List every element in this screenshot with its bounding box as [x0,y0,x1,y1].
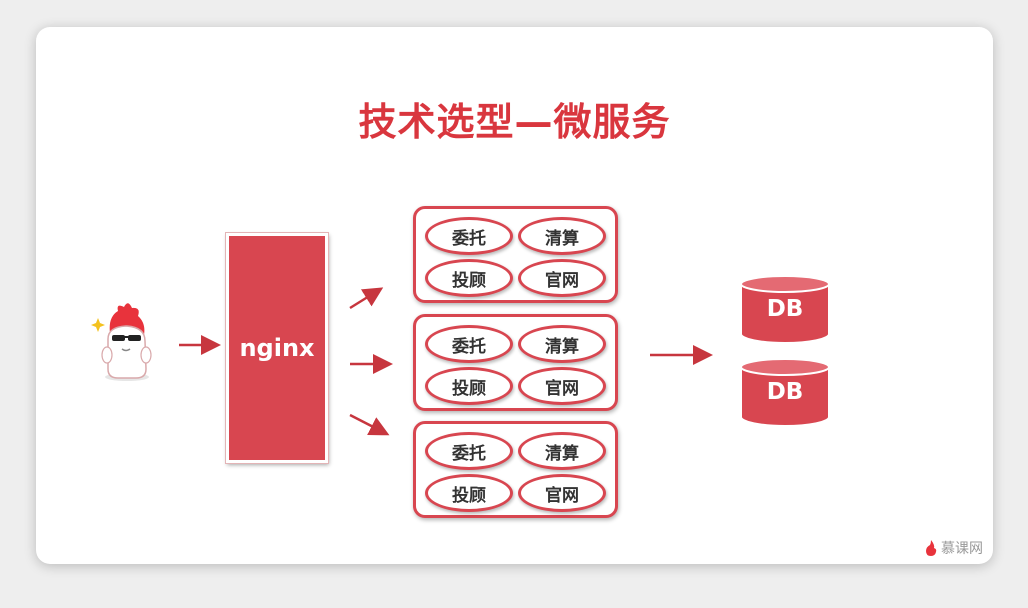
service-group-2: 委托 清算 投顾 官网 [413,314,618,411]
arrow-nginx-to-group-1 [349,287,384,310]
service-guanwang: 官网 [518,367,606,405]
service-weituo: 委托 [425,432,513,470]
service-tougu: 投顾 [425,474,513,512]
service-qingsuan: 清算 [518,217,606,255]
service-qingsuan: 清算 [518,432,606,470]
service-qingsuan: 清算 [518,325,606,363]
database-label: DB [766,379,804,405]
service-tougu: 投顾 [425,367,513,405]
watermark-logo: 慕课网 [924,538,983,558]
arrow-nginx-to-group-3 [349,413,390,436]
service-tougu: 投顾 [425,259,513,297]
nginx-label: nginx [239,334,315,362]
service-group-1: 委托 清算 投顾 官网 [413,206,618,303]
database-1: DB [739,274,831,346]
service-weituo: 委托 [425,325,513,363]
service-guanwang: 官网 [518,259,606,297]
database-label: DB [766,296,804,322]
flame-icon [926,540,937,556]
service-group-3: 委托 清算 投顾 官网 [413,421,618,518]
service-weituo: 委托 [425,217,513,255]
watermark-text: 慕课网 [941,541,983,557]
slide: 技术选型—微服务 nginx 委托 清算 投顾 官网 委托 清算 投顾 官网 委… [36,27,993,564]
service-guanwang: 官网 [518,474,606,512]
database-2: DB [739,357,831,429]
nginx-box: nginx [226,233,328,463]
